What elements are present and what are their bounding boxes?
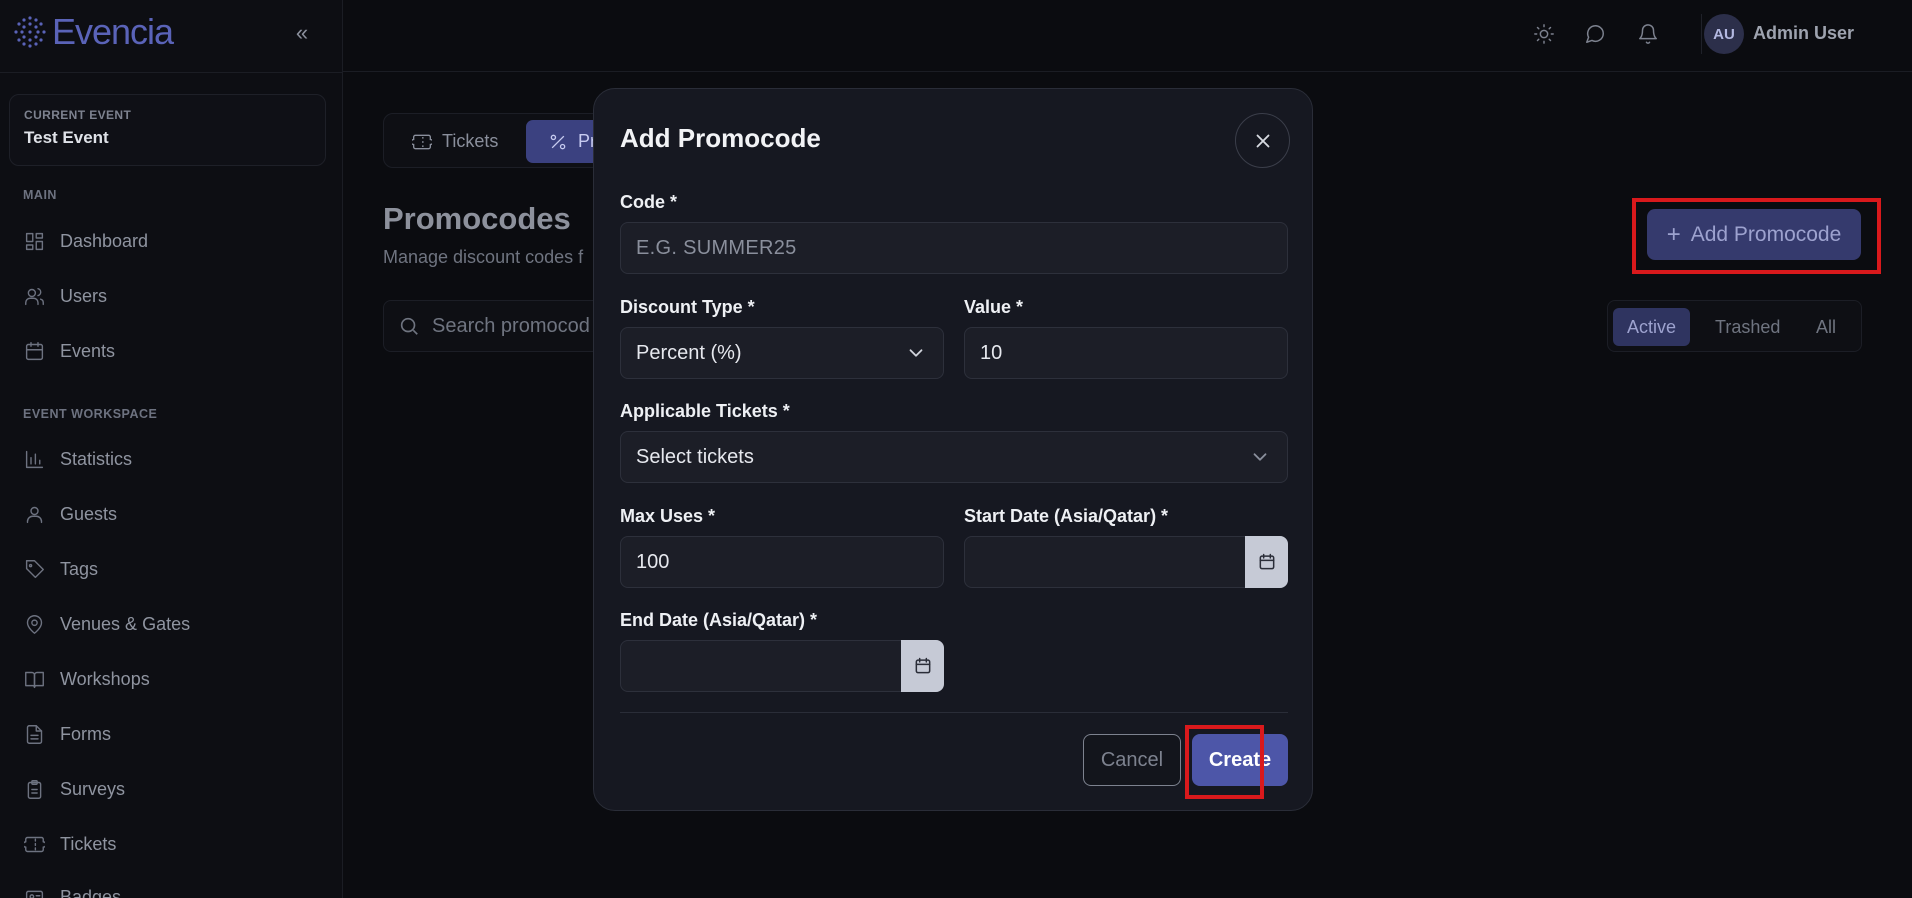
search-placeholder: Search promocod	[432, 314, 590, 337]
end-date-label: End Date (Asia/Qatar) *	[620, 610, 818, 630]
discount-type-select[interactable]: Percent (%)	[620, 327, 944, 379]
sidebar-item-workshops[interactable]: Workshops	[23, 664, 150, 694]
sidebar-item-statistics[interactable]: Statistics	[23, 444, 132, 474]
start-date-label: Start Date (Asia/Qatar) *	[964, 506, 1169, 526]
users-icon	[23, 285, 45, 307]
page-title: Promocodes	[383, 201, 571, 236]
highlight-box-create	[1185, 725, 1264, 799]
filter-all[interactable]: All	[1802, 308, 1850, 346]
topbar-separator	[1701, 14, 1702, 54]
filter-active[interactable]: Active	[1613, 308, 1691, 346]
search-icon	[400, 317, 418, 335]
current-event-label: CURRENT EVENT	[24, 108, 132, 122]
workspace-section-heading: EVENT WORKSPACE	[23, 407, 158, 421]
value-label: Value *	[964, 297, 1024, 317]
percent-icon	[550, 134, 566, 149]
sidebar-item-label: Events	[60, 340, 116, 361]
modal-title: Add Promocode	[620, 123, 821, 153]
sidebar-item-forms[interactable]: Forms	[23, 719, 111, 749]
sidebar-item-label: Users	[60, 285, 108, 306]
map-pin-icon	[23, 613, 45, 635]
max-uses-label: Max Uses *	[620, 506, 716, 526]
ticket-icon	[412, 134, 432, 149]
user-icon	[23, 503, 45, 525]
book-icon	[23, 668, 45, 690]
calendar-icon	[915, 657, 930, 674]
badge-icon	[23, 886, 45, 898]
end-date-input[interactable]	[620, 640, 944, 692]
tab-tickets[interactable]: Tickets	[390, 120, 520, 163]
user-name[interactable]: Admin User	[1753, 23, 1854, 44]
cancel-button[interactable]: Cancel	[1083, 734, 1181, 786]
sidebar-item-label: Tickets	[60, 833, 117, 854]
ticket-icon	[23, 833, 45, 855]
sidebar-item-tags[interactable]: Tags	[23, 554, 98, 584]
current-event-name: Test Event	[24, 128, 109, 147]
bar-chart-icon	[23, 448, 45, 470]
sidebar-item-events[interactable]: Events	[23, 336, 115, 366]
sidebar-item-guests[interactable]: Guests	[23, 499, 117, 529]
sun-icon	[1534, 24, 1554, 44]
end-date-picker-button[interactable]	[901, 640, 944, 692]
collapse-sidebar-button[interactable]: «	[290, 18, 314, 48]
chat-bubble-icon	[1586, 25, 1604, 43]
sidebar-item-label: Venues & Gates	[60, 613, 191, 634]
applicable-tickets-label: Applicable Tickets *	[620, 401, 790, 421]
start-date-input[interactable]	[964, 536, 1288, 588]
calendar-icon	[23, 340, 45, 362]
sidebar-item-label: Forms	[60, 723, 111, 744]
sidebar-item-label: Dashboard	[60, 230, 149, 251]
filter-trashed[interactable]: Trashed	[1701, 308, 1794, 346]
modal-footer-divider	[620, 712, 1288, 713]
sidebar-item-label: Statistics	[60, 448, 133, 469]
dashboard-icon	[23, 230, 45, 252]
current-event-card[interactable]: CURRENT EVENT Test Event	[9, 94, 326, 166]
calendar-icon	[1259, 553, 1274, 570]
sidebar-divider	[0, 72, 343, 73]
max-uses-input[interactable]: 100	[620, 536, 944, 588]
add-promocode-modal: Add Promocode Code * E.G. SUMMER25 Disco…	[593, 88, 1313, 811]
brand-name: Evencia	[52, 11, 174, 52]
sidebar-item-badges[interactable]: Badges	[23, 882, 121, 898]
sidebar-item-label: Tags	[60, 558, 99, 579]
close-icon	[1256, 134, 1269, 147]
bell-icon	[1639, 24, 1657, 44]
page-subtitle: Manage discount codes f	[383, 247, 584, 267]
discount-type-label: Discount Type *	[620, 297, 755, 317]
notifications-button[interactable]	[1634, 20, 1662, 48]
tab-label: Tickets	[442, 131, 499, 151]
theme-toggle-button[interactable]	[1530, 20, 1558, 48]
close-modal-button[interactable]	[1235, 113, 1290, 168]
sidebar-item-label: Badges	[60, 886, 122, 898]
sidebar-item-tickets[interactable]: Tickets	[23, 829, 116, 859]
discount-type-value: Percent (%)	[636, 341, 742, 364]
highlight-box-add-promocode	[1632, 198, 1881, 274]
sidebar-item-label: Surveys	[60, 778, 126, 799]
sidebar-item-dashboard[interactable]: Dashboard	[23, 226, 148, 256]
clipboard-icon	[23, 778, 45, 800]
chevron-down-icon	[905, 342, 927, 364]
sidebar-item-users[interactable]: Users	[23, 281, 107, 311]
file-text-icon	[23, 723, 45, 745]
start-date-picker-button[interactable]	[1245, 536, 1288, 588]
applicable-tickets-select[interactable]: Select tickets	[620, 431, 1288, 483]
sidebar: Evencia « CURRENT EVENT Test Event MAIN …	[0, 0, 343, 898]
sidebar-item-label: Guests	[60, 503, 118, 524]
brand-logo-link[interactable]: Evencia	[12, 10, 174, 54]
tag-icon	[23, 558, 45, 580]
chevron-down-icon	[1249, 446, 1271, 468]
evencia-logo-icon	[14, 16, 46, 48]
main-section-heading: MAIN	[23, 188, 57, 202]
code-input[interactable]: E.G. SUMMER25	[620, 222, 1288, 274]
code-label: Code *	[620, 192, 678, 212]
messages-button[interactable]	[1581, 20, 1609, 48]
applicable-tickets-value: Select tickets	[636, 445, 754, 468]
top-bar: AU Admin User	[343, 0, 1912, 72]
avatar[interactable]: AU	[1704, 14, 1744, 54]
sidebar-item-venues-gates[interactable]: Venues & Gates	[23, 609, 190, 639]
sidebar-item-surveys[interactable]: Surveys	[23, 774, 125, 804]
status-filter: Active Trashed All	[1607, 300, 1862, 352]
sidebar-item-label: Workshops	[60, 668, 150, 689]
value-input[interactable]: 10	[964, 327, 1288, 379]
